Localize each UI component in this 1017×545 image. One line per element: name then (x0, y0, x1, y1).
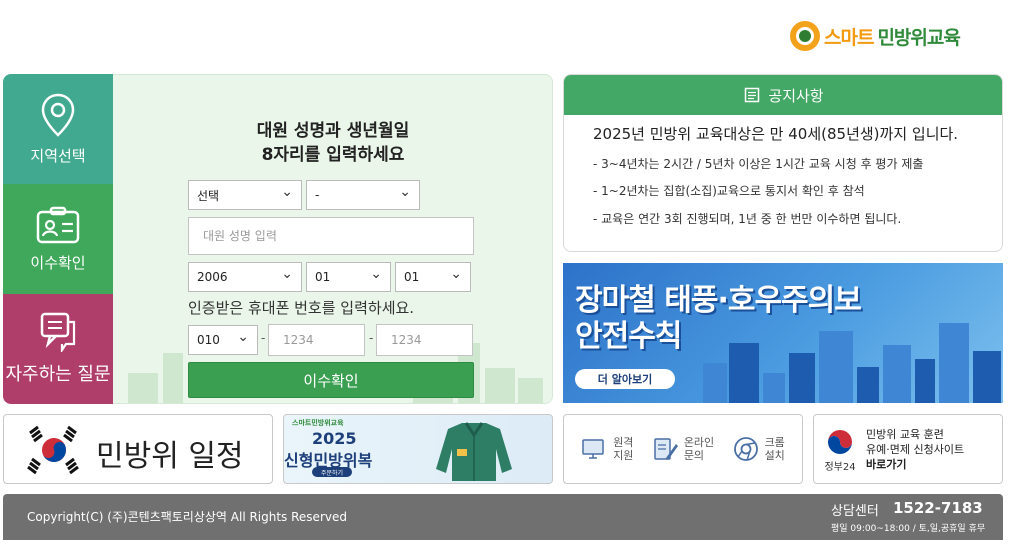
remote-support-link[interactable]: 원격 지원 (581, 436, 633, 462)
gov24-line1: 민방위 교육 훈련 (866, 427, 944, 441)
subregion-select-value: - (315, 188, 320, 202)
tab-faq-label: 자주하는 질문 (5, 364, 111, 385)
phone-last-field[interactable] (376, 324, 473, 356)
uniform-card-year: 2025 (312, 429, 357, 448)
phone-dash-2: - (369, 331, 374, 345)
remote-support-line1: 원격 (613, 436, 634, 449)
gov24-portal-card[interactable]: 정부24 민방위 교육 훈련 유예·면제 신청사이트 바로가기 (813, 414, 1003, 484)
chrome-browser-icon (733, 437, 758, 461)
uniform-jacket-icon (436, 422, 512, 481)
phone-middle-field[interactable] (268, 324, 365, 356)
new-uniform-card[interactable]: 스마트민방위교육 2025 신형민방위복 주문하기 (283, 414, 553, 484)
logo-text-smart: 스마트 (824, 26, 874, 49)
chrome-install-line2: 설치 (764, 449, 785, 462)
birth-month-select[interactable]: 01 (306, 262, 391, 292)
copyright-text: Copyright(C) (주)콘텐츠팩토리상상역 All Rights Res… (27, 510, 347, 524)
phone-middle-input[interactable] (283, 333, 350, 347)
chrome-install-line1: 크롬 (764, 436, 785, 449)
notice-line: - 3~4년차는 2시간 / 5년차 이상은 1시간 교육 시청 후 평가 제출 (593, 157, 924, 171)
online-inquiry-line1: 온라인 (683, 436, 715, 449)
form-title: 대원 성명과 생년월일 8자리를 입력하세요 (113, 119, 552, 167)
gov24-logo: 정부24 (824, 426, 856, 473)
cs-center-label: 상담센터 (831, 504, 879, 519)
region-select[interactable]: 선택 (188, 180, 302, 210)
name-field[interactable] (188, 217, 474, 255)
notice-header[interactable]: 공지사항 (564, 75, 1002, 115)
cs-hours: 평일 09:00~18:00 / 토,일,공휴일 휴무 (831, 524, 986, 534)
region-select-value: 선택 (197, 188, 220, 203)
gov24-line2: 유예·면제 신청사이트 (866, 442, 965, 456)
site-logo[interactable]: 스마트 민방위교육 (790, 18, 1000, 54)
monsoon-safety-banner[interactable]: 장마철 태풍·호우주의보 안전수칙 더 알아보기 (563, 263, 1003, 403)
phone-prefix-select[interactable]: 010 (188, 325, 258, 355)
gov24-label: 정부24 (824, 461, 856, 473)
birth-day-value: 01 (404, 270, 420, 284)
notice-line: - 교육은 연간 3회 진행되며, 1년 중 한 번만 이수하면 됩니다. (593, 212, 902, 226)
notice-line: - 1~2년차는 집합(소집)교육으로 통지서 확인 후 참석 (593, 184, 865, 198)
uniform-card-brand: 스마트민방위교육 (292, 419, 344, 427)
tab-region-label: 지역선택 (30, 146, 86, 165)
logo-text-civil-defense: 민방위교육 (877, 26, 960, 49)
banner-learn-more-button[interactable]: 더 알아보기 (575, 369, 675, 389)
birth-year-value: 2006 (197, 270, 228, 284)
chrome-install-link[interactable]: 크롬 설치 (733, 436, 785, 462)
taegukgi-flag-icon (27, 425, 79, 475)
support-links-card: 원격 지원 온라인 문의 크롬 설치 (563, 414, 803, 484)
phone-dash-1: - (261, 331, 266, 345)
civil-defense-schedule-card[interactable]: 민방위 일정 (3, 414, 273, 484)
birth-day-select[interactable]: 01 (395, 262, 471, 292)
phone-label: 인증받은 휴대폰 번호를 입력하세요. (188, 299, 415, 317)
uniform-order-button[interactable]: 주문하기 (312, 467, 352, 477)
phone-last-input[interactable] (391, 333, 458, 347)
birth-year-select[interactable]: 2006 (188, 262, 302, 292)
online-inquiry-line2: 문의 (683, 449, 705, 462)
schedule-card-label: 민방위 일정 (96, 439, 244, 474)
tab-region-select[interactable]: 지역선택 (3, 74, 113, 184)
gov24-emblem-icon (828, 429, 852, 454)
birth-month-value: 01 (315, 270, 331, 284)
tab-completion-check[interactable]: 이수확인 (3, 184, 113, 294)
remote-monitor-icon (582, 439, 604, 459)
phone-prefix-value: 010 (197, 333, 220, 347)
chat-bubble-icon (40, 312, 76, 352)
document-pen-icon (654, 438, 678, 460)
submit-completion-button[interactable]: 이수확인 (188, 362, 474, 398)
online-inquiry-link[interactable]: 온라인 문의 (652, 436, 714, 462)
completion-check-form: 대원 성명과 생년월일 8자리를 입력하세요 선택 - 2006 01 01 인… (113, 74, 553, 404)
subregion-select[interactable]: - (306, 180, 420, 210)
form-title-line2: 8자리를 입력하세요 (261, 145, 405, 165)
logo-emblem-icon (790, 21, 820, 51)
gov24-shortcut: 바로가기 (866, 457, 907, 471)
notice-title: 공지사항 (768, 86, 824, 105)
location-pin-icon (41, 93, 75, 137)
form-title-line1: 대원 성명과 생년월일 (256, 121, 410, 141)
notice-panel: 공지사항 2025년 민방위 교육대상은 만 40세(85년생)까지 입니다. … (563, 74, 1003, 252)
name-input[interactable] (203, 229, 459, 243)
gov24-text: 민방위 교육 훈련 유예·면제 신청사이트 바로가기 (866, 427, 964, 472)
remote-support-line2: 지원 (613, 449, 634, 462)
notice-headline: 2025년 민방위 교육대상은 만 40세(85년생)까지 입니다. (593, 125, 959, 143)
tab-completion-label: 이수확인 (30, 253, 86, 272)
tab-faq[interactable]: 자주하는 질문 (3, 294, 113, 404)
site-footer: Copyright(C) (주)콘텐츠팩토리상상역 All Rights Res… (3, 494, 1003, 540)
id-card-icon (36, 206, 80, 243)
banner-title-line2: 안전수칙 (575, 319, 682, 354)
notice-board-icon (745, 87, 760, 103)
cs-phone-number: 1522-7183 (893, 499, 983, 517)
